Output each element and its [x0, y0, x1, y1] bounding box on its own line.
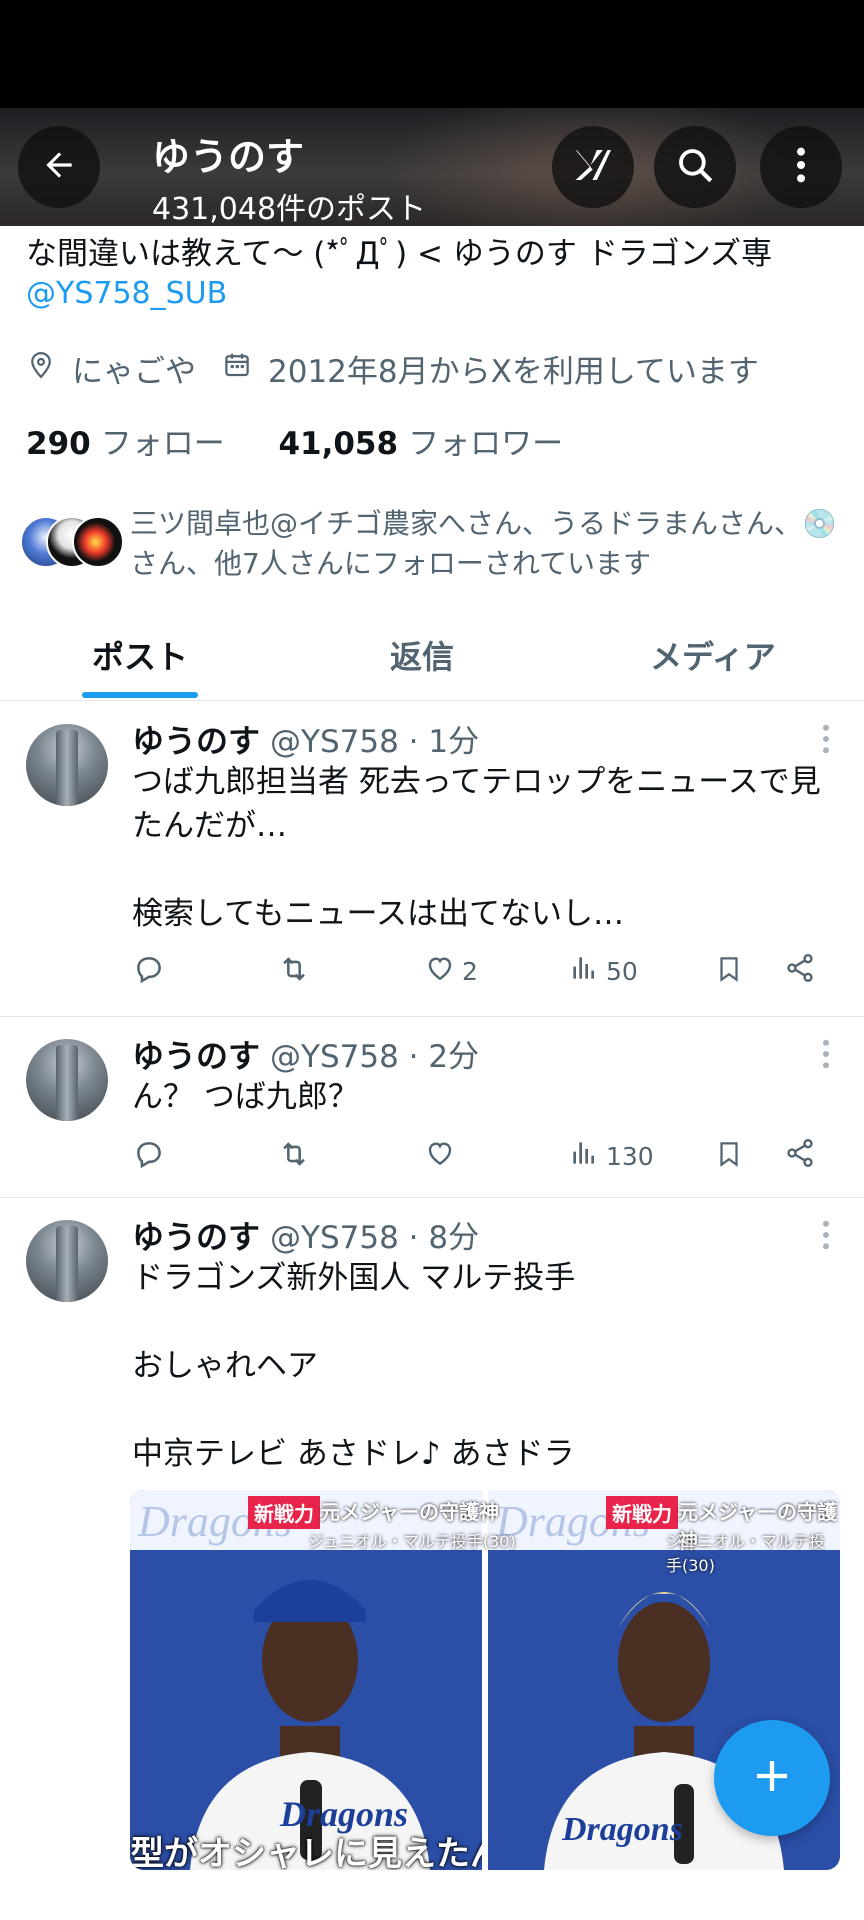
view-count: 50: [606, 956, 638, 986]
location-icon: [26, 350, 72, 388]
like-count: 2: [462, 956, 478, 986]
bio-link[interactable]: @YS758_SUB: [26, 276, 227, 311]
post-actions: 2 50: [132, 952, 832, 992]
post-count: 431,048件のポスト: [152, 192, 427, 226]
share-button[interactable]: [784, 952, 822, 990]
post-more-icon[interactable]: [822, 724, 830, 758]
calendar-icon: [222, 350, 268, 388]
repost-icon: [276, 1137, 318, 1177]
active-tab-indicator: [82, 692, 198, 698]
avatar[interactable]: [26, 1039, 108, 1121]
search-button[interactable]: [654, 126, 736, 208]
followed-by-text[interactable]: 三ツ間卓也@イチゴ農家へさん、うるドラまんさん、💿さん、他7人さんにフォローされ…: [130, 504, 850, 584]
follow-stats: 290 フォロー 41,058 フォロワー: [26, 418, 563, 463]
search-icon: [674, 144, 716, 190]
media-caption: ジュニオル・マルテ投手(30): [666, 1532, 825, 1575]
grok-button[interactable]: [552, 126, 634, 208]
tab-replies[interactable]: 返信: [390, 632, 454, 678]
joined-text: 2012年8月からXを利用しています: [268, 354, 759, 390]
views-button[interactable]: 50: [568, 952, 638, 990]
page-title: ゆうのす: [152, 135, 305, 179]
bookmark-icon: [714, 1137, 750, 1177]
post-handle: @YS758 · 2分: [270, 1039, 480, 1075]
more-button[interactable]: [760, 126, 842, 208]
post-more-icon[interactable]: [822, 1039, 830, 1073]
arrow-left-icon: [40, 146, 78, 188]
post-handle: @YS758 · 8分: [270, 1220, 480, 1256]
media-badge: 新戦力: [248, 1496, 320, 1529]
views-icon: [568, 952, 606, 990]
profile-bio: な間違いは教えて〜 (*ﾟДﾟ) < ゆうのす ドラゴンズ専: [26, 236, 773, 272]
views-icon: [568, 1137, 606, 1175]
tab-posts[interactable]: ポスト: [92, 632, 188, 678]
avatar: [72, 516, 124, 568]
post-text: つば九郎担当者 死去ってテロップをニュースで見たんだが… 検索してもニュースは出…: [132, 764, 821, 932]
share-icon: [784, 1137, 822, 1175]
bookmark-icon: [714, 952, 750, 992]
media-caption: ジュニオル・マルテ投手(30): [308, 1532, 516, 1551]
share-icon: [784, 952, 822, 990]
followers-link[interactable]: 41,058 フォロワー: [278, 426, 563, 462]
post-handle: @YS758 · 1分: [270, 724, 480, 760]
tab-media[interactable]: メディア: [650, 632, 776, 678]
plus-icon: [752, 1756, 792, 1800]
avatar[interactable]: [26, 724, 108, 806]
repost-icon: [276, 952, 318, 992]
followers-you-know-avatars[interactable]: [20, 516, 124, 568]
post-text: ドラゴンズ新外国人 マルテ投手 おしゃれヘア 中京テレビ あさドレ♪ あさドラ: [132, 1260, 576, 1472]
more-vertical-icon: [795, 145, 807, 189]
following-link[interactable]: 290 フォロー: [26, 426, 225, 462]
post-author: ゆうのす @YS758 · 8分: [132, 1218, 480, 1256]
bookmark-button[interactable]: [714, 952, 750, 992]
post-item[interactable]: ゆうのす @YS758 · 2分 ん？ つば九郎？ 130: [0, 1017, 864, 1198]
reply-icon: [132, 1137, 172, 1177]
share-button[interactable]: [784, 1137, 822, 1175]
media-subtitle: 型がオシャレに見えたんで: [130, 1834, 482, 1870]
reply-button[interactable]: [132, 952, 172, 992]
post-item[interactable]: ゆうのす @YS758 · 1分 つば九郎担当者 死去ってテロップをニュースで見た…: [0, 702, 864, 1017]
repost-button[interactable]: [276, 952, 318, 992]
media-headline: 元メジャーの守護神: [320, 1500, 499, 1524]
post-actions: 130: [132, 1137, 832, 1177]
reply-icon: [132, 952, 172, 992]
heart-icon: [424, 1137, 462, 1175]
post-more-icon[interactable]: [822, 1220, 830, 1254]
avatar[interactable]: [26, 1220, 108, 1302]
view-count: 130: [606, 1141, 654, 1171]
like-button[interactable]: 2: [424, 952, 478, 990]
grok-icon: [571, 143, 615, 191]
back-button[interactable]: [18, 126, 100, 208]
location-text: にゃごや: [72, 354, 196, 390]
repost-button[interactable]: [276, 1137, 318, 1177]
post-text: ん？ つば九郎？: [132, 1079, 359, 1115]
post-author: ゆうのす @YS758 · 1分: [132, 722, 480, 760]
views-button[interactable]: 130: [568, 1137, 654, 1175]
media-badge: 新戦力: [606, 1496, 678, 1529]
heart-icon: [424, 952, 462, 990]
profile-header: ゆうのす 431,048件のポスト: [0, 108, 864, 226]
compose-button[interactable]: [714, 1720, 830, 1836]
status-bar: [0, 0, 864, 108]
bookmark-button[interactable]: [714, 1137, 750, 1177]
profile-meta: にゃごや 2012年8月からXを利用しています: [26, 346, 759, 391]
reply-button[interactable]: [132, 1137, 172, 1177]
post-author: ゆうのす @YS758 · 2分: [132, 1037, 480, 1075]
svg-text:Dragons: Dragons: [561, 1811, 683, 1848]
like-button[interactable]: [424, 1137, 462, 1175]
profile-tabs: ポスト 返信 メディア: [0, 620, 864, 701]
